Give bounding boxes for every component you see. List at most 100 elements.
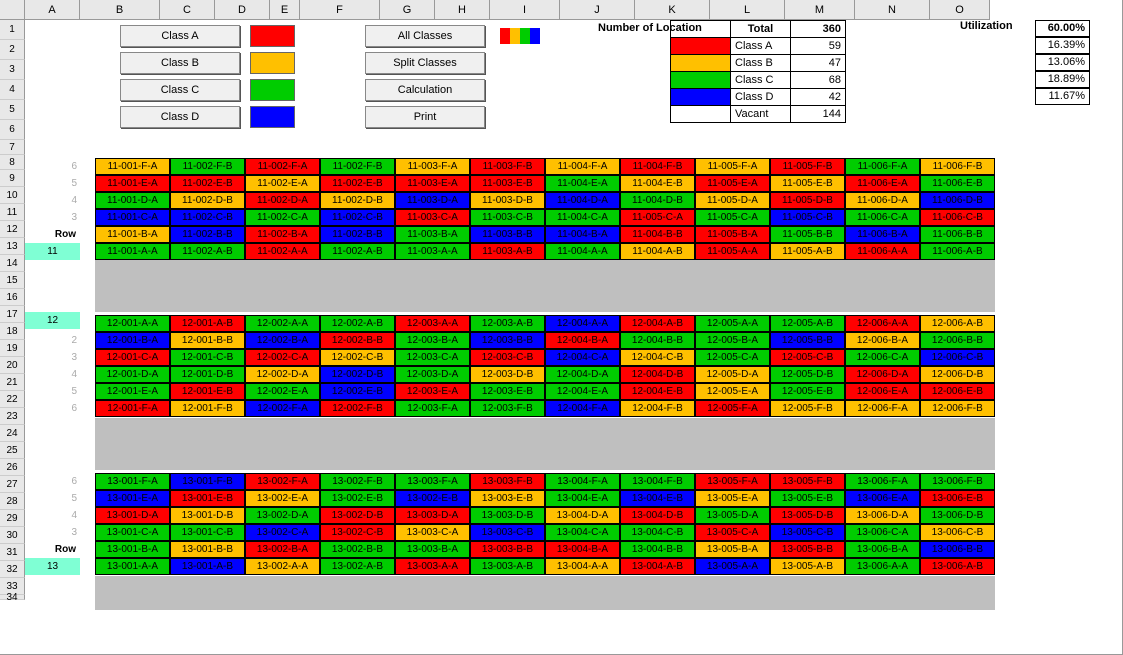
location-cell[interactable]: 11-006-D-A <box>845 192 920 209</box>
location-cell[interactable]: 11-006-E-A <box>845 175 920 192</box>
location-cell[interactable]: 11-005-E-A <box>695 175 770 192</box>
row-header[interactable]: 8 <box>0 155 25 170</box>
location-cell[interactable]: 12-005-C-B <box>770 349 845 366</box>
location-cell[interactable]: 12-006-D-A <box>845 366 920 383</box>
location-cell[interactable]: 11-006-A-A <box>845 243 920 260</box>
location-cell[interactable]: 11-003-A-A <box>395 243 470 260</box>
location-cell[interactable]: 11-001-B-A <box>95 226 170 243</box>
location-cell[interactable]: 12-005-D-A <box>695 366 770 383</box>
location-cell[interactable]: 11-003-D-A <box>395 192 470 209</box>
location-cell[interactable]: 13-001-A-B <box>170 558 245 575</box>
row-header[interactable]: 5 <box>0 100 25 120</box>
location-cell[interactable]: 12-006-E-A <box>845 383 920 400</box>
location-cell[interactable]: 13-002-B-A <box>245 541 320 558</box>
location-cell[interactable]: 11-006-C-B <box>920 209 995 226</box>
location-cell[interactable]: 11-002-E-A <box>245 175 320 192</box>
location-cell[interactable]: 13-001-D-A <box>95 507 170 524</box>
location-cell[interactable]: 13-005-A-A <box>695 558 770 575</box>
location-cell[interactable]: 13-005-F-B <box>770 473 845 490</box>
location-cell[interactable]: 12-002-D-B <box>320 366 395 383</box>
location-cell[interactable]: 13-004-E-B <box>620 490 695 507</box>
location-cell[interactable]: 13-006-F-B <box>920 473 995 490</box>
location-cell[interactable]: 11-003-B-A <box>395 226 470 243</box>
print-button[interactable]: Print <box>365 106 485 128</box>
location-cell[interactable]: 12-005-B-B <box>770 332 845 349</box>
location-cell[interactable]: 13-004-D-B <box>620 507 695 524</box>
location-cell[interactable]: 12-001-C-B <box>170 349 245 366</box>
location-cell[interactable]: 12-005-B-A <box>695 332 770 349</box>
col-header[interactable]: O <box>930 0 990 20</box>
location-cell[interactable]: 12-004-A-B <box>620 315 695 332</box>
location-cell[interactable]: 11-004-B-A <box>545 226 620 243</box>
location-cell[interactable]: 12-002-E-B <box>320 383 395 400</box>
location-cell[interactable]: 12-001-B-A <box>95 332 170 349</box>
row-header[interactable]: 14 <box>0 255 25 272</box>
location-cell[interactable]: 13-006-E-B <box>920 490 995 507</box>
location-cell[interactable]: 12-001-B-B <box>170 332 245 349</box>
row-header[interactable]: 6 <box>0 120 25 140</box>
location-cell[interactable]: 11-005-A-B <box>770 243 845 260</box>
row-header[interactable]: 31 <box>0 544 25 561</box>
location-cell[interactable]: 11-003-B-B <box>470 226 545 243</box>
location-cell[interactable]: 11-002-D-B <box>170 192 245 209</box>
row-header[interactable]: 22 <box>0 391 25 408</box>
location-cell[interactable]: 11-002-E-B <box>170 175 245 192</box>
location-cell[interactable]: 13-006-B-B <box>920 541 995 558</box>
location-cell[interactable]: 13-006-D-B <box>920 507 995 524</box>
location-cell[interactable]: 12-003-D-B <box>470 366 545 383</box>
row-header[interactable]: 32 <box>0 561 25 578</box>
location-cell[interactable]: 13-003-C-B <box>470 524 545 541</box>
location-cell[interactable]: 13-002-C-A <box>245 524 320 541</box>
location-cell[interactable]: 12-001-E-A <box>95 383 170 400</box>
location-cell[interactable]: 13-004-B-B <box>620 541 695 558</box>
location-cell[interactable]: 11-006-E-B <box>920 175 995 192</box>
location-cell[interactable]: 12-002-A-A <box>245 315 320 332</box>
location-cell[interactable]: 12-002-F-B <box>320 400 395 417</box>
location-cell[interactable]: 11-002-B-A <box>245 226 320 243</box>
location-cell[interactable]: 13-005-A-B <box>770 558 845 575</box>
col-header[interactable]: F <box>300 0 380 20</box>
location-cell[interactable]: 13-005-D-B <box>770 507 845 524</box>
location-cell[interactable]: 12-004-D-A <box>545 366 620 383</box>
all-classes-button[interactable]: All Classes <box>365 25 485 47</box>
location-cell[interactable]: 12-005-E-B <box>770 383 845 400</box>
row-header[interactable]: 13 <box>0 238 25 255</box>
location-cell[interactable]: 11-002-D-B <box>320 192 395 209</box>
col-header[interactable]: D <box>215 0 270 20</box>
col-header[interactable]: M <box>785 0 855 20</box>
split-classes-button[interactable]: Split Classes <box>365 52 485 74</box>
location-cell[interactable]: 13-006-E-A <box>845 490 920 507</box>
row-header[interactable]: 29 <box>0 510 25 527</box>
col-header[interactable]: A <box>25 0 80 20</box>
location-cell[interactable]: 13-004-C-B <box>620 524 695 541</box>
location-cell[interactable]: 13-002-E-B <box>395 490 470 507</box>
class-c-button[interactable]: Class C <box>120 79 240 101</box>
location-cell[interactable]: 12-005-C-A <box>695 349 770 366</box>
location-cell[interactable]: 13-003-F-A <box>395 473 470 490</box>
location-cell[interactable]: 12-006-C-A <box>845 349 920 366</box>
location-cell[interactable]: 13-001-B-A <box>95 541 170 558</box>
location-cell[interactable]: 12-002-E-A <box>245 383 320 400</box>
location-cell[interactable]: 11-002-C-B <box>170 209 245 226</box>
row-header[interactable]: 23 <box>0 408 25 425</box>
location-cell[interactable]: 12-001-A-A <box>95 315 170 332</box>
location-cell[interactable]: 11-005-B-A <box>695 226 770 243</box>
location-cell[interactable]: 11-005-E-B <box>770 175 845 192</box>
location-cell[interactable]: 11-004-F-A <box>545 158 620 175</box>
location-cell[interactable]: 11-001-D-A <box>95 192 170 209</box>
location-cell[interactable]: 12-004-E-A <box>545 383 620 400</box>
row-header[interactable]: 4 <box>0 80 25 100</box>
location-cell[interactable]: 12-003-A-B <box>470 315 545 332</box>
location-cell[interactable]: 13-005-B-B <box>770 541 845 558</box>
location-cell[interactable]: 12-004-A-A <box>545 315 620 332</box>
location-cell[interactable]: 13-006-A-B <box>920 558 995 575</box>
location-cell[interactable]: 12-001-F-B <box>170 400 245 417</box>
location-cell[interactable]: 11-002-A-B <box>170 243 245 260</box>
location-cell[interactable]: 13-001-D-B <box>170 507 245 524</box>
row-header[interactable]: 34 <box>0 595 25 600</box>
row-header[interactable]: 26 <box>0 459 25 476</box>
location-cell[interactable]: 11-004-E-A <box>545 175 620 192</box>
location-cell[interactable]: 13-003-F-B <box>470 473 545 490</box>
location-cell[interactable]: 12-002-C-A <box>245 349 320 366</box>
location-cell[interactable]: 13-004-A-A <box>545 558 620 575</box>
